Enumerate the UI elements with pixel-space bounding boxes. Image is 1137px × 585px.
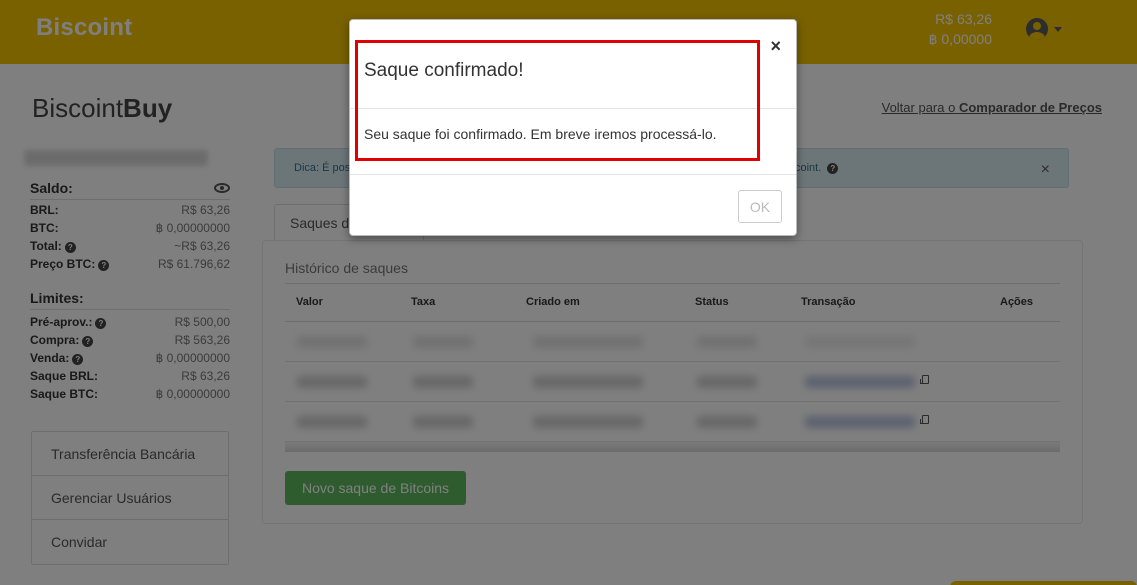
red-highlight-box [355, 40, 760, 161]
confirmation-modal: Saque confirmado! × Seu saque foi confir… [349, 19, 797, 236]
ok-button[interactable]: OK [738, 190, 782, 223]
modal-close-icon[interactable]: × [770, 36, 781, 57]
modal-footer: OK [350, 174, 796, 236]
